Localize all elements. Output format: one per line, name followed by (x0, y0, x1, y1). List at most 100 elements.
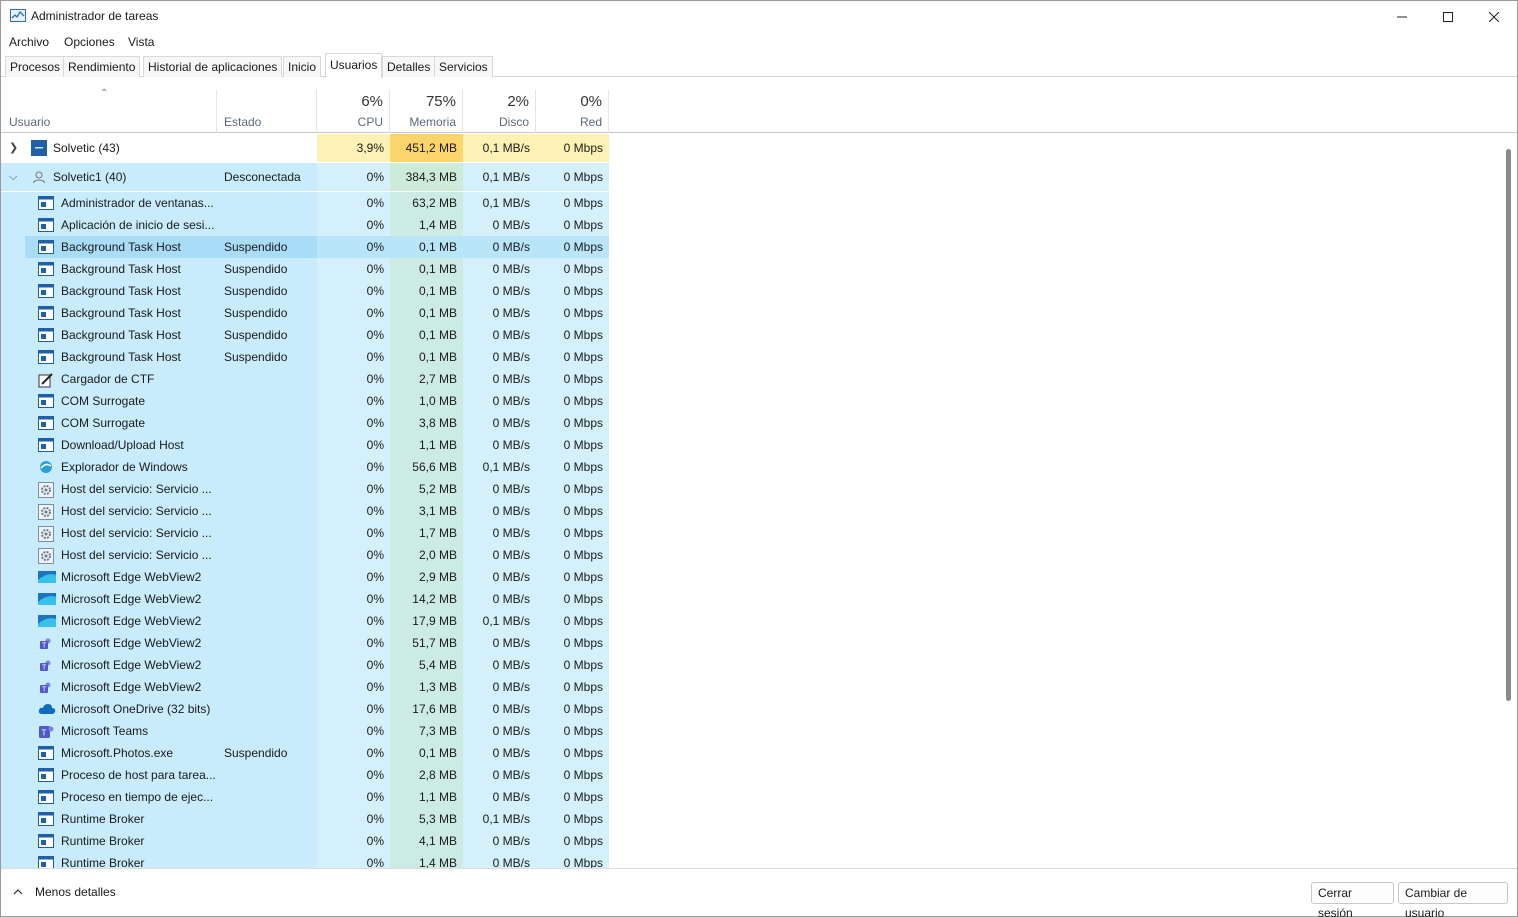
gear-icon (38, 482, 54, 498)
process-row[interactable]: Administrador de ventanas... 0% 63,2 MB 0,1… (1, 192, 1517, 214)
tab-rendimiento[interactable]: Rendimiento (63, 56, 141, 77)
process-row[interactable]: Background Task Host Suspendido 0% 0,1 MB 0 … (1, 302, 1517, 324)
process-row[interactable]: COM Surrogate 0% 3,8 MB 0 MB/s 0 Mbps (1, 412, 1517, 434)
tab-servicios[interactable]: Servicios (434, 56, 493, 77)
window-icon (38, 240, 54, 254)
close-button[interactable] (1471, 1, 1517, 32)
process-row[interactable]: Background Task Host Suspendido 0% 0,1 MB 0 … (1, 346, 1517, 368)
process-row[interactable]: Microsoft Edge WebView2 T 0% 5,4 MB 0 MB/s 0 … (1, 654, 1517, 676)
process-row[interactable]: Explorador de Windows 0% 56,6 MB 0,1 MB/s 0 … (1, 456, 1517, 478)
menu-bar: Archivo Opciones Vista (1, 32, 1517, 52)
maximize-icon (1443, 11, 1453, 22)
menu-archivo[interactable]: Archivo (9, 35, 49, 49)
window-icon (38, 790, 54, 804)
switch-user-button[interactable]: Cambiar de usuario (1398, 882, 1508, 917)
title-bar[interactable]: Administrador de tareas (1, 1, 1517, 32)
svg-text:T: T (42, 687, 47, 694)
process-row[interactable]: Runtime Broker 0% 4,1 MB 0 MB/s 0 Mbps (1, 830, 1517, 852)
task-manager-icon (10, 9, 26, 22)
svg-text:T: T (42, 643, 47, 650)
scrollbar-thumb[interactable] (1506, 149, 1511, 701)
pen-icon (38, 372, 54, 388)
window-icon (38, 834, 54, 848)
tab-procesos[interactable]: Procesos (5, 56, 66, 77)
header-disk[interactable]: 2% Disco (463, 90, 536, 133)
menu-opciones[interactable]: Opciones (64, 35, 115, 49)
window-icon (38, 394, 54, 408)
gear-icon (38, 504, 54, 520)
header-state[interactable]: Estado (217, 90, 317, 133)
maximize-button[interactable] (1425, 1, 1471, 32)
process-row[interactable]: Microsoft Edge WebView2 0% 2,9 MB 0 MB/s 0 M… (1, 566, 1517, 588)
process-row[interactable]: Microsoft Edge WebView2 T 0% 1,3 MB 0 MB/s 0 … (1, 676, 1517, 698)
process-row[interactable]: Download/Upload Host 0% 1,1 MB 0 MB/s 0 Mbps (1, 434, 1517, 456)
tab-strip: Procesos Rendimiento Historial de aplica… (1, 53, 1517, 78)
process-row[interactable]: Runtime Broker 0% 5,3 MB 0,1 MB/s 0 Mbps (1, 808, 1517, 830)
process-row[interactable]: Background Task Host Suspendido 0% 0,1 MB 0 … (1, 258, 1517, 280)
grid-header: ⌃ Usuario Estado 6% CPU 75% Memoria 2% D… (1, 88, 1517, 133)
tab-historial[interactable]: Historial de aplicaciones (143, 56, 283, 77)
process-row[interactable]: Microsoft Edge WebView2 0% 17,9 MB 0,1 MB/s… (1, 610, 1517, 632)
header-user[interactable]: ⌃ Usuario (1, 88, 217, 133)
teams-icon: T (38, 724, 54, 738)
gear-icon (38, 526, 54, 542)
process-row[interactable]: Background Task Host Suspendido 0% 0,1 MB 0 … (1, 236, 1517, 258)
teams-small-icon: T (38, 636, 54, 650)
svg-text:T: T (42, 729, 47, 738)
chevron-up-icon (13, 889, 23, 895)
window-icon (38, 262, 54, 276)
process-row[interactable]: Runtime Broker 0% 1,4 MB 0 MB/s 0 Mbps (1, 852, 1517, 868)
tab-usuarios[interactable]: Usuarios (325, 53, 383, 78)
sort-ascending-icon: ⌃ (100, 88, 109, 99)
minimize-icon (1397, 16, 1407, 17)
user-row-solvetic[interactable]: ❯ Solvetic (43) 3,9% 451,2 MB 0,1 MB/s 0… (1, 134, 1517, 162)
process-row[interactable]: Microsoft Edge WebView2 T 0% 51,7 MB 0 MB/s 0… (1, 632, 1517, 654)
window-icon (38, 768, 54, 782)
window-icon (38, 812, 54, 826)
window-icon (38, 350, 54, 364)
teams-small-icon: T (38, 658, 54, 672)
process-row[interactable]: Host del servicio: Servicio ... 0% 1,7 MB 0… (1, 522, 1517, 544)
process-row[interactable]: Host del servicio: Servicio ... 0% 5,2 MB 0… (1, 478, 1517, 500)
tab-inicio[interactable]: Inicio (283, 56, 322, 77)
window-icon (38, 328, 54, 342)
window-icon (38, 856, 54, 868)
window-icon (38, 438, 54, 452)
logoff-button[interactable]: Cerrar sesión (1311, 882, 1394, 917)
header-network[interactable]: 0% Red (536, 90, 609, 133)
menu-vista[interactable]: Vista (128, 35, 154, 49)
window-icon (38, 416, 54, 430)
header-memory[interactable]: 75% Memoria (390, 90, 463, 133)
close-icon (1489, 11, 1499, 22)
tab-detalles[interactable]: Detalles (382, 56, 436, 77)
process-row[interactable]: Microsoft Teams T 0% 7,3 MB 0 MB/s 0 Mbps (1, 720, 1517, 742)
window-icon (38, 218, 54, 232)
process-row[interactable]: Proceso de host para tarea... 0% 2,8 MB 0 M… (1, 764, 1517, 786)
process-row[interactable]: Microsoft.Photos.exe Suspendido 0% 0,1 MB 0 … (1, 742, 1517, 764)
process-row[interactable]: Host del servicio: Servicio ... 0% 2,0 MB 0… (1, 544, 1517, 566)
window-icon (38, 196, 54, 210)
webview-icon (38, 592, 56, 606)
process-row[interactable]: Proceso en tiempo de ejec... 0% 1,1 MB 0 MB… (1, 786, 1517, 808)
window-icon (38, 284, 54, 298)
process-row[interactable]: Background Task Host Suspendido 0% 0,1 MB 0 … (1, 324, 1517, 346)
process-row[interactable]: Aplicación de inicio de sesi... 0% 1,4 MB 0… (1, 214, 1517, 236)
window-icon (38, 306, 54, 320)
process-row[interactable]: Host del servicio: Servicio ... 0% 3,1 MB 0… (1, 500, 1517, 522)
process-row[interactable]: Cargador de CTF 0% 2,7 MB 0 MB/s 0 Mbps (1, 368, 1517, 390)
process-row[interactable]: Microsoft OneDrive (32 bits) 0% 17,6 MB 0 M… (1, 698, 1517, 720)
header-cpu[interactable]: 6% CPU (317, 90, 390, 133)
task-manager-window: Administrador de tareas Archivo Opciones… (0, 0, 1518, 917)
process-row[interactable]: COM Surrogate 0% 1,0 MB 0 MB/s 0 Mbps (1, 390, 1517, 412)
cloud-icon (38, 702, 56, 716)
window-title: Administrador de tareas (31, 9, 159, 23)
minimize-button[interactable] (1379, 1, 1425, 32)
process-row[interactable]: Microsoft Edge WebView2 0% 14,2 MB 0 MB/s 0 … (1, 588, 1517, 610)
less-details-link[interactable]: Menos detalles (13, 885, 116, 899)
footer-bar: Menos detalles Cerrar sesión Cambiar de … (1, 868, 1517, 917)
process-row[interactable]: Background Task Host Suspendido 0% 0,1 MB 0 … (1, 280, 1517, 302)
user-row-solvetic1[interactable]: ⌵ Solvetic1 (40) Desconectada 0% 384,3 M… (1, 163, 1517, 191)
webview-icon (38, 614, 56, 628)
users-grid: ⌃ Usuario Estado 6% CPU 75% Memoria 2% D… (1, 78, 1517, 868)
explorer-icon (38, 460, 54, 474)
